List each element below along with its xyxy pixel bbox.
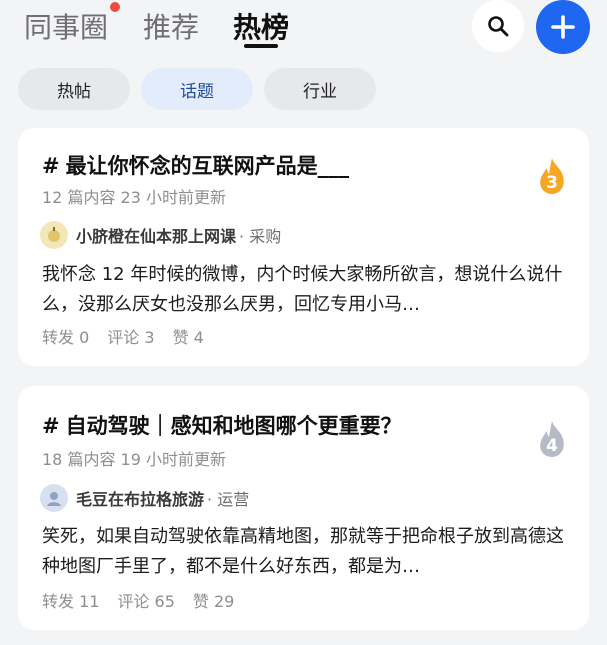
- chip-topics[interactable]: 话题: [141, 68, 253, 110]
- topic-meta: 18 篇内容 19 小时前更新: [42, 450, 226, 469]
- notification-dot: [110, 2, 120, 12]
- search-button[interactable]: [472, 0, 524, 52]
- comment-count[interactable]: 评论 65: [117, 588, 174, 612]
- hashtag-icon: #: [42, 154, 60, 178]
- topic-card[interactable]: # 自动驾驶｜感知和地图哪个更重要？ 4 18 篇内容 19 小时前更新 毛豆在布…: [18, 386, 589, 630]
- avatar[interactable]: [40, 221, 68, 249]
- avatar-icon: [47, 492, 61, 506]
- flame-rank-icon: 4: [540, 421, 564, 457]
- top-nav: 同事圈 推荐 热榜: [0, 0, 607, 68]
- tab-colleagues[interactable]: 同事圈: [24, 6, 108, 46]
- chip-hot-posts[interactable]: 热帖: [18, 68, 130, 110]
- topic-title[interactable]: # 最让你怀念的互联网产品是___: [42, 150, 349, 180]
- post-excerpt[interactable]: 笑死，如果自动驾驶依靠高精地图，那就等于把命根子放到高德这种地图厂手里了，都不是…: [42, 522, 572, 582]
- author-department: · 采购: [239, 227, 282, 246]
- author-name[interactable]: 小脐橙在仙本那上网课: [76, 223, 236, 247]
- hot-list-filter-bar: 热帖 话题 行业: [0, 68, 607, 112]
- like-count[interactable]: 赞 4: [173, 324, 204, 348]
- author-row[interactable]: 毛豆在布拉格旅游 · 运营: [40, 483, 249, 513]
- svg-text:3: 3: [546, 173, 558, 193]
- avatar-icon: [48, 227, 60, 242]
- topic-card[interactable]: # 最让你怀念的互联网产品是___ 3 12 篇内容 23 小时前更新 小脐橙在仙…: [18, 128, 589, 366]
- share-count[interactable]: 转发 11: [42, 588, 99, 612]
- active-tab-underline: [244, 44, 278, 48]
- author-name[interactable]: 毛豆在布拉格旅游: [76, 486, 204, 510]
- hashtag-icon: #: [42, 414, 60, 438]
- search-icon: [488, 16, 509, 37]
- add-post-button[interactable]: [536, 0, 590, 54]
- post-stats: 转发 11 评论 65 赞 29: [42, 588, 234, 612]
- like-count[interactable]: 赞 29: [193, 588, 234, 612]
- topic-meta: 12 篇内容 23 小时前更新: [42, 188, 226, 207]
- author-department: · 运营: [207, 490, 250, 509]
- avatar[interactable]: [40, 484, 68, 512]
- tab-recommend[interactable]: 推荐: [143, 6, 199, 46]
- chip-industry[interactable]: 行业: [264, 68, 376, 110]
- comment-count[interactable]: 评论 3: [107, 324, 154, 348]
- topic-title[interactable]: # 自动驾驶｜感知和地图哪个更重要？: [42, 410, 402, 440]
- post-stats: 转发 0 评论 3 赞 4: [42, 324, 204, 348]
- tab-hot-list[interactable]: 热榜: [233, 6, 289, 46]
- author-row[interactable]: 小脐橙在仙本那上网课 · 采购: [40, 220, 281, 250]
- post-excerpt[interactable]: 我怀念 12 年时候的微博，内个时候大家畅所欲言，想说什么说什么，没那么厌女也没…: [42, 260, 572, 320]
- plus-icon: [551, 15, 575, 39]
- flame-rank-icon: 3: [540, 158, 564, 194]
- share-count[interactable]: 转发 0: [42, 324, 89, 348]
- svg-text:4: 4: [546, 436, 558, 456]
